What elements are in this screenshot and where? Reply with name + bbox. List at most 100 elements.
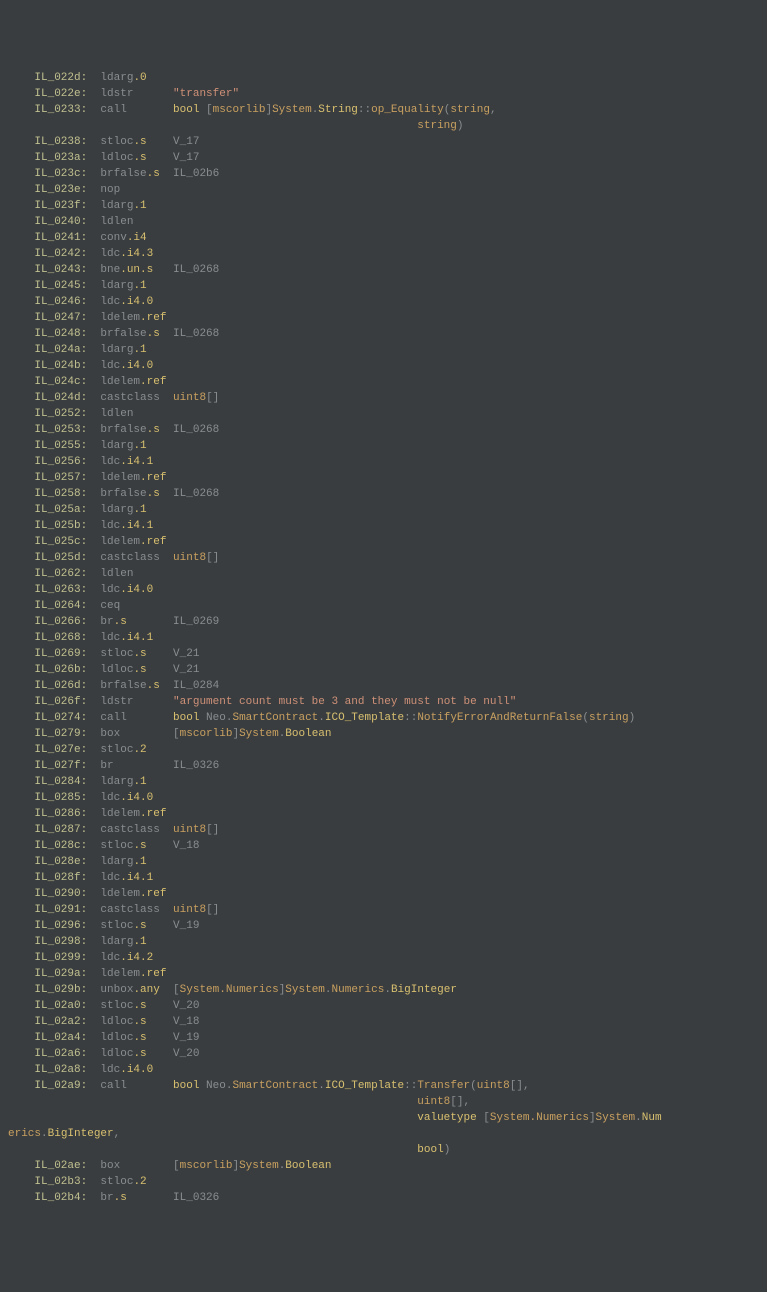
il-opcode-suffix: .i4.1 xyxy=(120,872,153,884)
il-arg-token: IL_0268 xyxy=(173,264,219,276)
il-arg-token: [ xyxy=(173,728,180,740)
il-opcode: br xyxy=(100,760,113,772)
il-arg-token: erics xyxy=(8,1128,41,1140)
il-arg-token: "transfer" xyxy=(173,88,239,100)
code-line: IL_023a: ldloc.s V_17 xyxy=(8,150,759,166)
il-arg-token: uint8 xyxy=(173,824,206,836)
code-line: IL_0255: ldarg.1 xyxy=(8,438,759,454)
il-offset: IL_0284: xyxy=(34,776,87,788)
il-offset: IL_0262: xyxy=(34,568,87,580)
il-opcode: ldloc xyxy=(100,1048,133,1060)
il-offset: IL_0287: xyxy=(34,824,87,836)
il-arg-token: , xyxy=(114,1128,121,1140)
il-arg-token: System xyxy=(239,1160,279,1172)
il-opcode: ldarg xyxy=(100,344,133,356)
il-offset: IL_028f: xyxy=(34,872,87,884)
code-line: IL_0252: ldlen xyxy=(8,406,759,422)
il-opcode: call xyxy=(100,1080,126,1092)
il-offset: IL_024b: xyxy=(34,360,87,372)
code-line: IL_025d: castclass uint8[] xyxy=(8,550,759,566)
il-arg-token: [ xyxy=(199,104,212,116)
code-line: IL_0245: ldarg.1 xyxy=(8,278,759,294)
code-line: IL_024a: ldarg.1 xyxy=(8,342,759,358)
il-opcode-suffix: .ref xyxy=(140,888,166,900)
il-opcode-suffix: .un.s xyxy=(120,264,153,276)
il-opcode: stloc xyxy=(100,744,133,756)
il-arg-token: uint8 xyxy=(173,904,206,916)
il-offset: IL_025d: xyxy=(34,552,87,564)
il-opcode: stloc xyxy=(100,840,133,852)
il-arg-token: V_18 xyxy=(173,1016,199,1028)
il-arg-token: ( xyxy=(582,712,589,724)
code-line: IL_0247: ldelem.ref xyxy=(8,310,759,326)
code-line: IL_029a: ldelem.ref xyxy=(8,966,759,982)
il-arg-token: [], xyxy=(510,1080,530,1092)
il-offset: IL_02a6: xyxy=(34,1048,87,1060)
il-offset: IL_0253: xyxy=(34,424,87,436)
il-opcode: ldc xyxy=(100,872,120,884)
code-line: IL_02ae: box [mscorlib]System.Boolean xyxy=(8,1158,759,1174)
il-offset: IL_02a2: xyxy=(34,1016,87,1028)
il-opcode: ldc xyxy=(100,456,120,468)
il-offset: IL_0245: xyxy=(34,280,87,292)
il-opcode: ldloc xyxy=(100,1032,133,1044)
il-offset: IL_023e: xyxy=(34,184,87,196)
il-opcode-suffix: .i4.0 xyxy=(120,584,153,596)
code-line: IL_026b: ldloc.s V_21 xyxy=(8,662,759,678)
il-opcode: castclass xyxy=(100,904,159,916)
il-arg-token: ( xyxy=(470,1080,477,1092)
il-arg-token: [] xyxy=(206,824,219,836)
il-offset: IL_0290: xyxy=(34,888,87,900)
il-arg-token: ) xyxy=(457,120,464,132)
il-opcode: ldarg xyxy=(100,856,133,868)
il-offset: IL_023c: xyxy=(34,168,87,180)
code-line: IL_0284: ldarg.1 xyxy=(8,774,759,790)
il-arg-token: SmartContract xyxy=(232,1080,318,1092)
il-offset: IL_0252: xyxy=(34,408,87,420)
il-opcode: brfalse xyxy=(100,680,146,692)
code-line: IL_0264: ceq xyxy=(8,598,759,614)
code-line: IL_025b: ldc.i4.1 xyxy=(8,518,759,534)
il-opcode: ldlen xyxy=(100,216,133,228)
il-opcode: castclass xyxy=(100,824,159,836)
il-opcode-suffix: .s xyxy=(133,664,146,676)
il-opcode: br xyxy=(100,616,113,628)
il-opcode-suffix: .s xyxy=(114,616,127,628)
il-opcode-suffix: .s xyxy=(147,328,160,340)
code-line: IL_0248: brfalse.s IL_0268 xyxy=(8,326,759,342)
il-arg-token: :: xyxy=(404,712,417,724)
il-offset: IL_0242: xyxy=(34,248,87,260)
il-opcode: ldstr xyxy=(100,88,133,100)
il-arg-token: mscorlib xyxy=(180,1160,233,1172)
il-opcode: brfalse xyxy=(100,168,146,180)
code-line: IL_0253: brfalse.s IL_0268 xyxy=(8,422,759,438)
il-offset: IL_024a: xyxy=(34,344,87,356)
il-opcode-suffix: .i4.1 xyxy=(120,456,153,468)
il-opcode-suffix: .s xyxy=(147,424,160,436)
il-arg-token: BigInteger xyxy=(391,984,457,996)
il-arg-token: Num xyxy=(642,1112,662,1124)
il-offset: IL_0285: xyxy=(34,792,87,804)
il-opcode: ldelem xyxy=(100,472,140,484)
il-arg-token: V_17 xyxy=(173,136,199,148)
il-arg-token: IL_0284 xyxy=(173,680,219,692)
il-opcode-suffix: .1 xyxy=(133,856,146,868)
il-offset: IL_029b: xyxy=(34,984,87,996)
il-offset: IL_0238: xyxy=(34,136,87,148)
il-opcode: ldelem xyxy=(100,312,140,324)
il-opcode-suffix: .s xyxy=(133,136,146,148)
il-arg-token: System xyxy=(272,104,312,116)
il-offset: IL_0246: xyxy=(34,296,87,308)
il-opcode: ldc xyxy=(100,632,120,644)
il-opcode: stloc xyxy=(100,648,133,660)
il-opcode: castclass xyxy=(100,392,159,404)
il-arg-token: ICO_Template xyxy=(325,1080,404,1092)
il-opcode: ldc xyxy=(100,1064,120,1076)
code-line: valuetype [System.Numerics]System.Num xyxy=(8,1110,759,1126)
il-opcode-suffix: .any xyxy=(133,984,159,996)
il-arg-token: ICO_Template xyxy=(325,712,404,724)
il-opcode: ldarg xyxy=(100,936,133,948)
il-opcode: conv xyxy=(100,232,126,244)
il-offset: IL_0241: xyxy=(34,232,87,244)
code-line: IL_0263: ldc.i4.0 xyxy=(8,582,759,598)
